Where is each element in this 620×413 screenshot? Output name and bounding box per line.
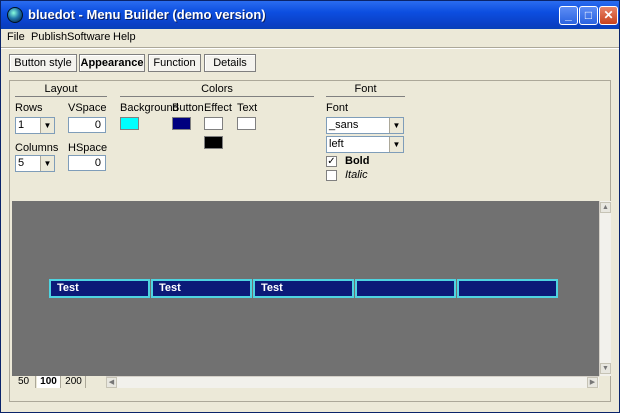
text-color-label: Text [237,102,258,114]
columns-label: Columns [15,142,59,154]
font-family-value: _sans [329,119,359,131]
text-color-swatch[interactable] [237,117,256,130]
zoom-100[interactable]: 100 [37,376,61,388]
menu-software[interactable]: Software [67,31,110,43]
effect-label: Effect [204,102,232,114]
tab-appearance[interactable]: Appearance [79,54,145,72]
minimize-button[interactable]: _ [559,6,578,25]
menu-publish[interactable]: Publish [31,31,67,43]
scroll-down-icon[interactable]: ▼ [600,363,611,374]
columns-value: 5 [18,157,25,169]
button-color-label: Button [172,102,204,114]
scroll-right-icon[interactable]: ▶ [587,377,598,388]
italic-label: Italic [345,169,368,181]
columns-select[interactable]: 5 ▼ [15,155,55,172]
preview-button-1[interactable]: Test [49,279,150,298]
font-label: Font [326,102,349,114]
vspace-input[interactable]: 0 [68,117,106,133]
hspace-input[interactable]: 0 [68,155,106,171]
menu-file[interactable]: File [7,31,25,43]
effect-color2-swatch[interactable] [204,136,223,149]
menu-bar: File Publish Software Help [1,29,619,47]
vertical-scrollbar[interactable]: ▲ ▼ [599,201,611,376]
preview-button-2[interactable]: Test [151,279,252,298]
menu-preview: Test Test Test [49,279,559,299]
effect-color-swatch[interactable] [204,117,223,130]
chevron-down-icon[interactable]: ▼ [40,156,54,171]
font-align-value: left [329,138,344,150]
colors-group-title: Colors [120,83,314,97]
vspace-label: VSpace [68,102,107,114]
chevron-down-icon[interactable]: ▼ [40,118,54,133]
chevron-down-icon[interactable]: ▼ [389,118,403,133]
font-group-title: Font [326,83,405,97]
chevron-down-icon[interactable]: ▼ [389,137,403,152]
rows-label: Rows [15,102,43,114]
background-label: Background [120,102,179,114]
menu-separator [1,47,619,49]
scroll-left-icon[interactable]: ◀ [106,377,117,388]
tab-details[interactable]: Details [204,54,256,72]
appearance-panel: Layout Rows VSpace 1 ▼ 0 Columns HSpace … [9,80,611,402]
title-bar[interactable]: bluedot - Menu Builder (demo version) _ … [1,1,619,29]
rows-value: 1 [18,119,25,131]
horizontal-scrollbar[interactable]: ◀ ▶ [106,376,599,388]
zoom-50[interactable]: 50 [12,376,36,388]
bluedot-app-icon [7,7,23,23]
layout-group-title: Layout [15,83,107,97]
preview-button-5[interactable] [457,279,558,298]
preview-button-4[interactable] [355,279,456,298]
scroll-up-icon[interactable]: ▲ [600,202,611,213]
maximize-button[interactable]: □ [579,6,598,25]
bold-label: Bold [345,155,370,167]
tab-button-style[interactable]: Button style [9,54,77,72]
hspace-label: HSpace [68,142,108,154]
zoom-200[interactable]: 200 [62,376,86,388]
close-button[interactable]: ✕ [599,6,618,25]
window-title: bluedot - Menu Builder (demo version) [28,7,266,22]
font-align-select[interactable]: left ▼ [326,136,404,153]
app-window: bluedot - Menu Builder (demo version) _ … [0,0,620,413]
menu-help[interactable]: Help [113,31,136,43]
font-family-select[interactable]: _sans ▼ [326,117,404,134]
button-color-swatch[interactable] [172,117,191,130]
rows-select[interactable]: 1 ▼ [15,117,55,134]
tab-function[interactable]: Function [148,54,201,72]
italic-checkbox[interactable] [326,170,337,181]
preview-button-3[interactable]: Test [253,279,354,298]
background-color-swatch[interactable] [120,117,139,130]
bold-checkbox[interactable]: ✓ [326,156,337,167]
